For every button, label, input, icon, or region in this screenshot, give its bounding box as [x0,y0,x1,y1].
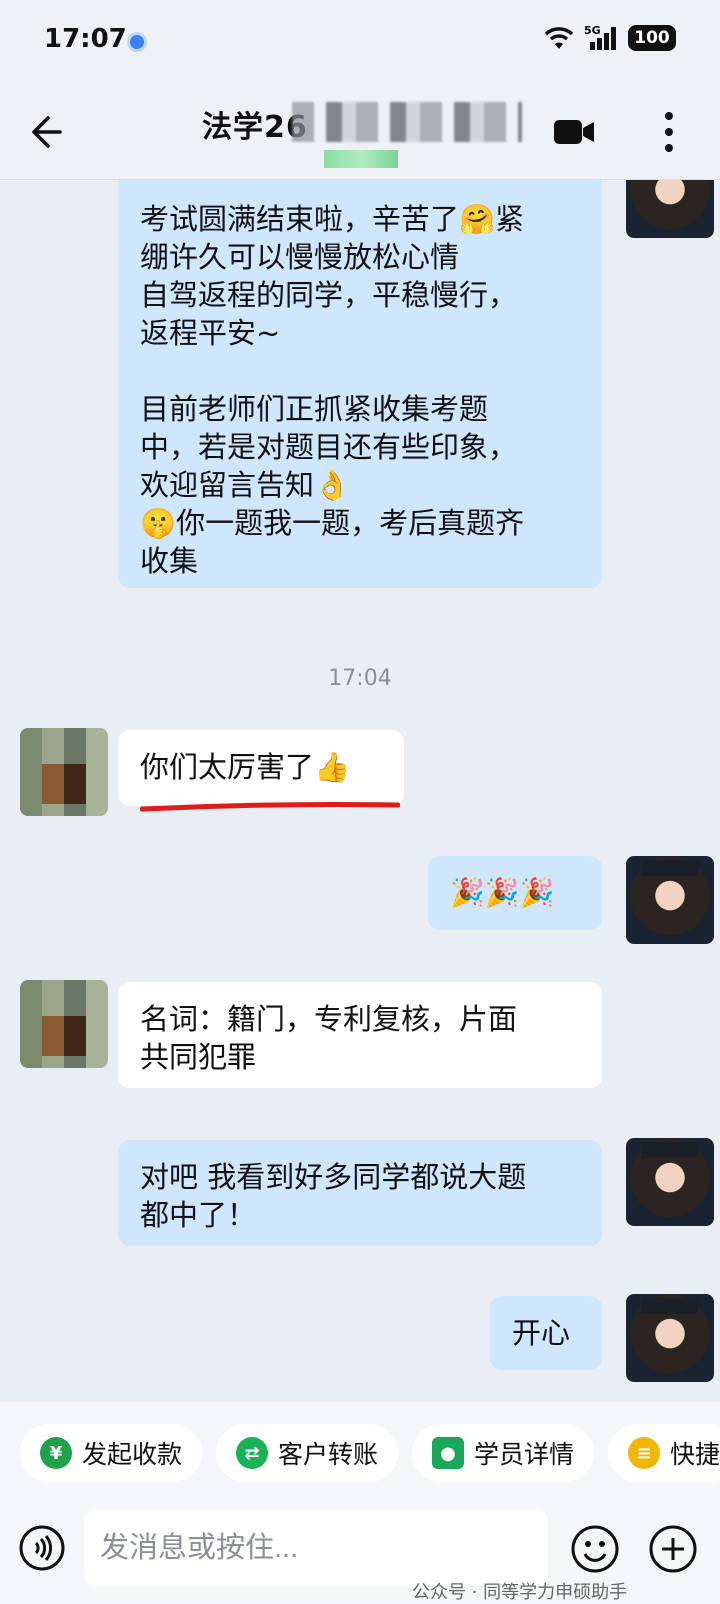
redacted-title [292,102,522,142]
back-arrow-icon[interactable] [24,112,64,152]
person-icon: ● [432,1437,464,1469]
status-time: 17:07 [44,24,127,54]
transfer-icon: ⇄ [236,1437,268,1469]
avatar[interactable] [626,180,714,238]
video-call-icon[interactable] [552,112,596,152]
status-icons: 5G 100 [542,24,676,52]
avatar[interactable] [626,1138,714,1226]
chip-label: 快捷 [670,1440,720,1469]
message-bubble[interactable]: 考试圆满结束啦，辛苦了🤗紧 绷许久可以慢慢放松心情 自驾返程的同学，平稳慢行， … [118,180,602,588]
wifi-icon [542,25,576,51]
input-bar: 公众号 · 同等学力申硕助手 [0,1502,720,1604]
avatar[interactable] [20,980,108,1068]
red-underline-annotation [140,802,400,812]
more-options-icon[interactable] [660,108,678,156]
redacted-subtitle [324,150,398,168]
chip-label: 发起收款 [82,1440,183,1469]
status-bar: 17:07 5G 100 [0,0,720,84]
message-time: 17:04 [328,666,392,691]
plus-icon[interactable] [648,1524,698,1574]
message-bubble[interactable]: 🎉🎉🎉 [428,856,602,930]
watermark: 公众号 · 同等学力申硕助手 [412,1582,628,1603]
quick-actions-bar: ¥ 发起收款 ⇄ 客户转账 ● 学员详情 ≡ 快捷 [0,1402,720,1502]
chip-label: 学员详情 [474,1440,575,1469]
yen-icon: ¥ [40,1437,72,1469]
avatar[interactable] [626,856,714,944]
app-notification-icon [127,32,147,52]
shortcut-button[interactable]: ≡ 快捷 [608,1424,720,1482]
collect-payment-button[interactable]: ¥ 发起收款 [20,1424,203,1482]
emoji-icon[interactable] [570,1524,620,1574]
voice-icon[interactable] [18,1524,66,1572]
message-bubble[interactable]: 名词：籍门，专利复核，片面 共同犯罪 [118,982,602,1088]
chat-icon: ≡ [628,1437,660,1469]
avatar[interactable] [20,728,108,816]
message-bubble[interactable]: 对吧 我看到好多同学都说大题 都中了！ [118,1140,602,1246]
chip-label: 客户转账 [278,1440,379,1469]
chat-header: 法学26 [0,84,720,180]
avatar[interactable] [626,1294,714,1382]
signal-icon: 5G [584,24,620,52]
chat-area[interactable]: 考试圆满结束啦，辛苦了🤗紧 绷许久可以慢慢放松心情 自驾返程的同学，平稳慢行， … [0,180,720,1402]
customer-transfer-button[interactable]: ⇄ 客户转账 [216,1424,399,1482]
message-bubble[interactable]: 你们太厉害了👍 [118,730,404,806]
battery-indicator: 100 [628,25,676,51]
network-type: 5G [584,24,601,37]
message-input[interactable] [84,1510,548,1586]
message-bubble[interactable]: 开心 [490,1296,602,1370]
student-details-button[interactable]: ● 学员详情 [412,1424,595,1482]
